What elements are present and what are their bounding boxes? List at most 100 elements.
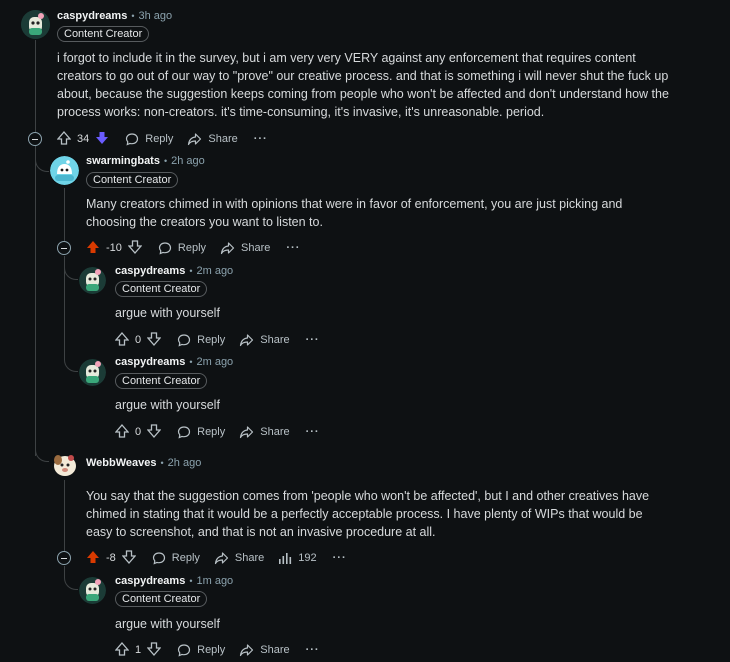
vote-score: -8 [106, 552, 116, 564]
comment-actions: 1 Reply Share ··· [114, 639, 320, 661]
comment-actions: -8 Reply Share 192 ··· [86, 547, 347, 569]
share-label: Share [241, 242, 271, 254]
comment-body: argue with yourself [115, 617, 220, 631]
thread-curve-webbweaves [35, 440, 49, 462]
avatar[interactable] [50, 156, 79, 185]
upvote-icon[interactable] [114, 331, 130, 349]
reply-icon [178, 644, 191, 657]
username[interactable]: caspydreams [57, 10, 127, 22]
comment-meta: caspydreams • 3h ago [57, 10, 172, 22]
more-options-button[interactable]: ··· [333, 552, 347, 564]
thread-line-swarmingbats [64, 188, 65, 241]
downvote-icon[interactable] [95, 131, 109, 148]
comment-actions: 0 Reply Share ··· [114, 329, 320, 351]
upvote-icon[interactable] [56, 130, 72, 148]
more-options-button[interactable]: ··· [254, 133, 268, 145]
comment-meta: caspydreams • 2m ago [115, 356, 233, 368]
upvote-icon[interactable] [86, 240, 100, 257]
comment-actions: 0 Reply Share ··· [114, 421, 320, 443]
user-flair: Content Creator [115, 373, 208, 389]
timestamp[interactable]: 2h ago [171, 155, 205, 167]
share-button[interactable]: Share [187, 132, 238, 146]
more-options-button[interactable]: ··· [306, 334, 320, 346]
username[interactable]: WebbWeaves [86, 457, 157, 469]
separator: • [189, 357, 193, 367]
share-label: Share [234, 552, 265, 564]
share-button[interactable]: Share [239, 643, 290, 657]
share-button[interactable]: Share [220, 241, 270, 255]
reply-icon [158, 242, 172, 255]
downvote-icon[interactable] [146, 331, 162, 349]
views-button[interactable]: 192 [278, 551, 317, 565]
downvote-icon[interactable] [121, 549, 137, 567]
views-count: 192 [298, 552, 317, 564]
reply-icon [178, 334, 191, 347]
separator: • [160, 458, 164, 468]
share-button[interactable]: Share [239, 333, 290, 347]
collapse-icon[interactable] [28, 132, 42, 146]
comment-actions: 34 Reply Share ··· [56, 128, 268, 150]
timestamp[interactable]: 2m ago [196, 356, 233, 368]
reply-button[interactable]: Reply [177, 425, 225, 439]
views-icon [279, 553, 292, 564]
comment-meta: caspydreams • 2m ago [115, 265, 233, 277]
share-icon [220, 242, 235, 255]
user-flair: Content Creator [57, 26, 150, 42]
share-icon [214, 552, 229, 565]
thread-curve-swarmingbats [35, 152, 49, 172]
downvote-icon[interactable] [146, 423, 162, 441]
user-flair: Content Creator [115, 591, 208, 607]
comment-body: i forgot to include it in the survey, bu… [57, 51, 669, 119]
comment-body: argue with yourself [115, 398, 220, 412]
reply-label: Reply [197, 334, 226, 346]
reply-label: Reply [145, 133, 174, 145]
username[interactable]: swarmingbats [86, 155, 160, 167]
avatar[interactable] [50, 450, 79, 479]
share-icon [188, 133, 202, 146]
separator: • [189, 266, 193, 276]
comment-actions: -10 Reply Share ··· [86, 237, 300, 259]
downvote-icon[interactable] [127, 239, 143, 257]
collapse-icon[interactable] [57, 241, 71, 255]
thread-curve-reply-1 [64, 262, 78, 280]
thread-line-root [35, 40, 36, 140]
timestamp[interactable]: 2h ago [168, 457, 202, 469]
share-button[interactable]: Share [214, 551, 264, 565]
more-options-button[interactable]: ··· [286, 242, 300, 254]
reply-button[interactable]: Reply [177, 333, 225, 347]
reply-label: Reply [177, 242, 207, 254]
reply-icon [126, 133, 139, 146]
more-options-button[interactable]: ··· [306, 644, 320, 656]
vote-score: 0 [135, 426, 142, 438]
avatar[interactable] [79, 577, 106, 604]
timestamp[interactable]: 3h ago [138, 10, 172, 22]
upvote-icon[interactable] [86, 550, 100, 567]
reply-button[interactable]: Reply [152, 551, 200, 565]
collapse-icon[interactable] [57, 551, 71, 565]
username[interactable]: caspydreams [115, 265, 185, 277]
username[interactable]: caspydreams [115, 575, 185, 587]
comment-meta: swarmingbats • 2h ago [86, 155, 205, 167]
comment-body: You say that the suggestion comes from '… [86, 489, 650, 539]
avatar[interactable] [21, 10, 50, 39]
share-button[interactable]: Share [239, 425, 290, 439]
reply-label: Reply [171, 552, 200, 564]
timestamp[interactable]: 2m ago [196, 265, 233, 277]
upvote-icon[interactable] [114, 423, 130, 441]
reply-button[interactable]: Reply [125, 132, 173, 146]
more-options-button[interactable]: ··· [306, 426, 320, 438]
timestamp[interactable]: 1m ago [196, 575, 233, 587]
avatar[interactable] [79, 267, 106, 294]
share-label: Share [260, 644, 290, 656]
user-flair: Content Creator [115, 281, 208, 297]
reply-label: Reply [197, 426, 226, 438]
reply-button[interactable]: Reply [177, 643, 225, 657]
separator: • [189, 576, 193, 586]
separator: • [131, 11, 135, 21]
comment-meta: WebbWeaves • 2h ago [86, 457, 201, 469]
avatar[interactable] [79, 359, 106, 386]
username[interactable]: caspydreams [115, 356, 185, 368]
downvote-icon[interactable] [146, 641, 162, 659]
reply-button[interactable]: Reply [158, 241, 206, 255]
upvote-icon[interactable] [114, 641, 130, 659]
